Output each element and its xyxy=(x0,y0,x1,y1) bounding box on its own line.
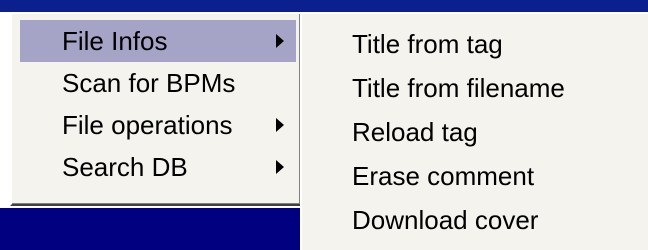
submenu-arrow-icon xyxy=(270,20,290,62)
menu-item-label: File Infos xyxy=(62,26,168,56)
submenu-item-title-from-tag[interactable]: Title from tag xyxy=(302,22,648,66)
window-title-strip xyxy=(0,0,648,12)
screenshot-stage: File Infos Scan for BPMs File operations… xyxy=(0,0,648,250)
menu-item-file-operations[interactable]: File operations xyxy=(20,104,296,146)
menu-item-label: Scan for BPMs xyxy=(62,68,236,98)
menu-item-label: Search DB xyxy=(62,152,188,182)
submenu-item-label: Title from tag xyxy=(352,29,503,59)
submenu-arrow-icon xyxy=(270,146,290,188)
menu-item-scan-for-bpms[interactable]: Scan for BPMs xyxy=(20,62,296,104)
submenu-item-erase-comment[interactable]: Erase comment xyxy=(302,154,648,198)
submenu-item-reload-tag[interactable]: Reload tag xyxy=(302,110,648,154)
window-blue-area xyxy=(0,208,305,250)
submenu-item-label: Title from filename xyxy=(352,73,565,103)
submenu-item-label: Reload tag xyxy=(352,117,478,147)
submenu-item-title-from-filename[interactable]: Title from filename xyxy=(302,66,648,110)
submenu-item-label: Download cover xyxy=(352,205,539,235)
menu-item-search-db[interactable]: Search DB xyxy=(20,146,296,188)
menu-item-file-infos[interactable]: File Infos xyxy=(20,20,296,62)
menu-item-label: File operations xyxy=(62,110,233,140)
context-menu: File Infos Scan for BPMs File operations… xyxy=(10,12,302,206)
submenu-arrow-icon xyxy=(270,104,290,146)
file-infos-submenu: Title from tag Title from filename Reloa… xyxy=(300,12,648,250)
submenu-item-label: Erase comment xyxy=(352,161,535,191)
submenu-item-download-cover[interactable]: Download cover xyxy=(302,198,648,242)
